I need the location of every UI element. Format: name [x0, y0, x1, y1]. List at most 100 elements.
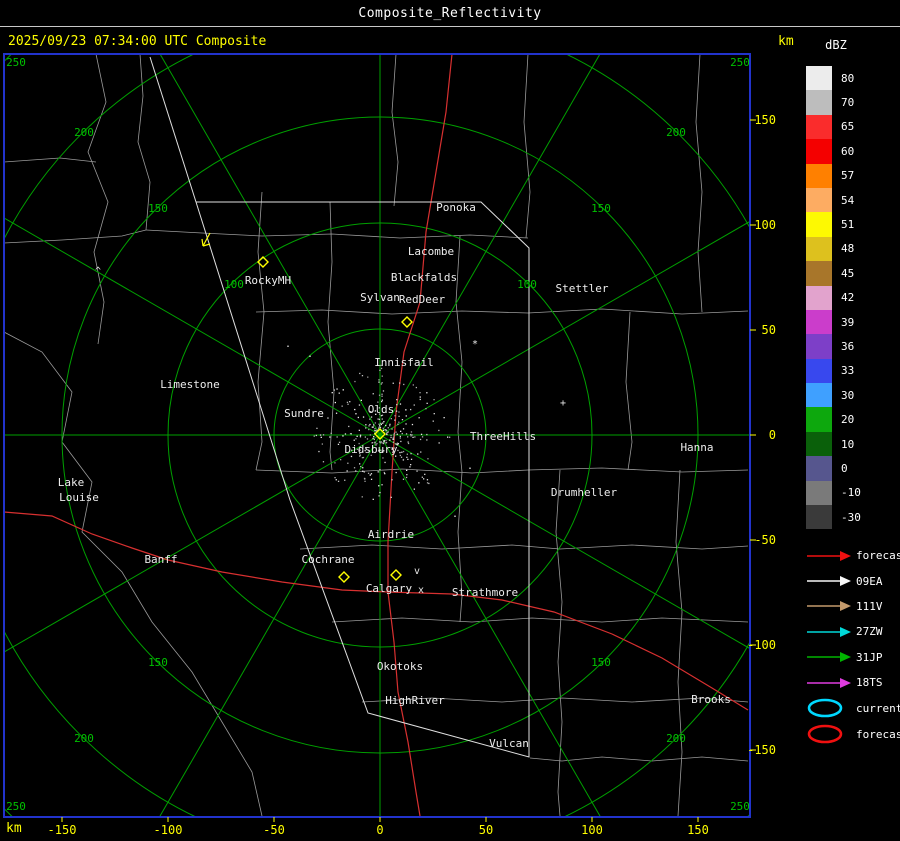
echo-dot [373, 436, 375, 438]
echo-dot [423, 478, 425, 480]
echo-dot [407, 441, 409, 443]
city-label: Stettler [556, 282, 609, 295]
echo-dot [405, 476, 408, 479]
echo-dot [337, 443, 340, 445]
echo-dot [385, 439, 387, 442]
echo-dot [389, 425, 391, 427]
echo-dot [342, 435, 344, 437]
echo-dot [387, 427, 389, 429]
reflectivity-colorbar: 80 70 65 60 57 54 51 48 45 42 39 36 33 30 20 10 0 -10 -30 [806, 66, 875, 530]
arrow-head [840, 652, 851, 663]
legend-item: 27ZW [806, 619, 900, 644]
echo-dot [421, 476, 423, 478]
echo-dot [369, 434, 371, 436]
x-tick-label: 150 [687, 823, 709, 837]
echo-dot [329, 436, 331, 438]
range-ring-label: 200 [74, 126, 94, 139]
legend-label: forecast [856, 549, 900, 563]
window-title-bar[interactable]: Composite_Reflectivity [0, 0, 900, 27]
y-tick-label: 0 [769, 428, 776, 442]
range-ring-label: 100 [224, 278, 244, 291]
echo-dot [355, 438, 357, 440]
colorbar-row: 51 [806, 212, 875, 237]
echo-dot [405, 415, 407, 417]
legend-label: 31JP [856, 650, 883, 664]
echo-dot [384, 429, 386, 431]
county-boundaries [255, 191, 265, 471]
echo-dot [335, 479, 337, 481]
point-symbol: v [414, 566, 420, 577]
echo-dot [382, 427, 384, 429]
echo-dot [374, 428, 376, 430]
echo-dot [349, 401, 351, 403]
echo-dot [426, 433, 428, 436]
echo-dot [406, 453, 408, 455]
y-tick-label: -50 [754, 533, 776, 547]
echo-dot [358, 429, 360, 431]
echo-dot [369, 423, 371, 426]
county-boundaries [4, 229, 147, 244]
echo-dot [402, 450, 405, 453]
echo-dot [400, 430, 402, 432]
echo-dot [393, 432, 395, 434]
city-label: Airdrie [368, 528, 414, 541]
echo-dot [371, 426, 373, 428]
echo-dot [399, 435, 401, 438]
echo-dot [348, 425, 350, 428]
echo-dot [398, 415, 400, 417]
county-boundaries [299, 544, 749, 550]
echo-dot [389, 423, 391, 425]
radial-spoke [158, 434, 381, 817]
echo-dot [379, 469, 381, 471]
echo-dot [407, 436, 409, 438]
radar-display[interactable]: 250200150100 1001502002501502002501502002… [0, 0, 900, 841]
echo-dot [443, 417, 445, 419]
city-label: Lacombe [408, 245, 454, 258]
echo-dot [412, 384, 414, 386]
range-ring-label: 250 [730, 800, 750, 813]
echo-dot [377, 418, 379, 420]
city-label: Didsbury [345, 443, 398, 456]
colorbar-swatch [806, 480, 832, 506]
echo-dot [390, 436, 392, 439]
range-ring-label: 250 [6, 56, 26, 69]
echo-dot [378, 427, 380, 430]
legend-arrow-icon [807, 626, 851, 637]
echo-dot [406, 474, 408, 476]
echo-dot [425, 408, 427, 410]
echo-dot [406, 469, 408, 471]
echo-dot [347, 403, 349, 405]
city-label: HighRiver [385, 694, 445, 707]
colorbar-value: 65 [841, 120, 855, 134]
echo-dot [355, 413, 357, 415]
colorbar-value: 30 [841, 388, 855, 402]
echo-dot [346, 470, 348, 472]
echo-dot [413, 404, 415, 406]
colorbar-swatch [806, 505, 832, 530]
echo-dot [331, 392, 333, 394]
echo-dot [378, 471, 380, 473]
echo-dot [338, 441, 341, 443]
echo-dot [420, 433, 423, 435]
echo-dot [378, 423, 380, 425]
arrow-head [840, 550, 851, 561]
point-symbol: + [560, 398, 566, 409]
echo-dot [369, 418, 371, 420]
legend-item: 31JP [806, 645, 900, 670]
colorbar-swatch [806, 163, 832, 188]
city-label: RedDeer [399, 293, 446, 306]
legend-label: forecast [856, 727, 900, 741]
point-symbol: ^ [95, 266, 101, 277]
county-boundaries [695, 54, 703, 313]
echo-dot [382, 390, 385, 392]
x-tick-label: 50 [479, 823, 493, 837]
colorbar-value: 70 [841, 96, 855, 110]
colorbar-row: 0 [806, 456, 875, 481]
legend-arrow-icon [807, 652, 851, 663]
axis-labels: -150 -100 -50 0 50 100 150150100500-50-100-150 [48, 113, 776, 837]
site-marker-diamond [401, 316, 413, 328]
echo-dot [412, 436, 414, 438]
colorbar-row: 30 [806, 383, 875, 408]
echo-dot [360, 399, 362, 401]
colorbar-swatch [806, 90, 832, 115]
